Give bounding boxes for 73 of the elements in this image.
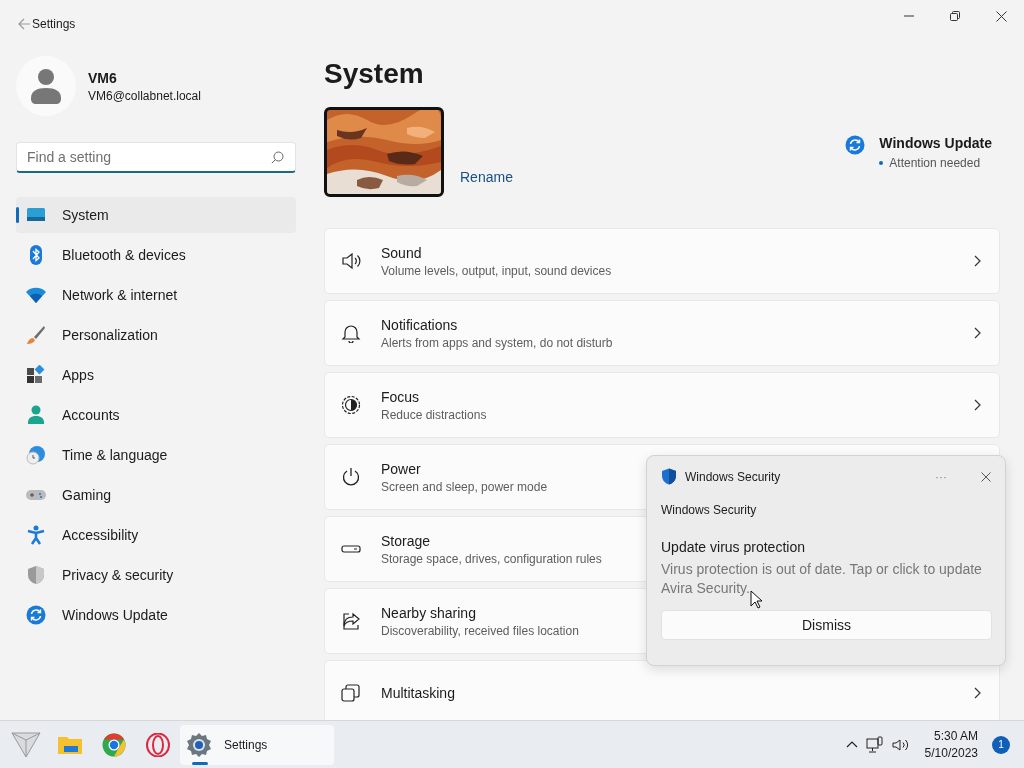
sidebar-item[interactable]: Network & internet: [16, 277, 296, 313]
sidebar-item[interactable]: Apps: [16, 357, 296, 393]
setting-title: Sound: [381, 244, 423, 261]
search-field[interactable]: Find a setting: [16, 142, 296, 173]
settings-card[interactable]: Focus Reduce distractions: [324, 372, 1000, 438]
setting-title: Power: [381, 460, 422, 477]
sidebar-item[interactable]: Bluetooth & devices: [16, 237, 296, 273]
notification-badge[interactable]: 1: [992, 735, 1010, 754]
sidebar-item[interactable]: Accounts: [16, 397, 296, 433]
setting-description: Reduce distractions: [381, 407, 487, 422]
accessibility-icon: [26, 525, 46, 545]
setting-title: Nearby sharing: [381, 604, 477, 621]
back-arrow-icon[interactable]: [16, 16, 32, 32]
sidebar-item[interactable]: Privacy & security: [16, 557, 296, 593]
sidebar-item[interactable]: Time & language: [16, 437, 296, 473]
restore-icon: [950, 11, 960, 21]
setting-description: Screen and sleep, power mode: [381, 479, 548, 494]
toast-app-name: Windows Security: [685, 469, 781, 484]
gear-icon: [186, 731, 212, 758]
dismiss-button[interactable]: Dismiss: [661, 610, 992, 640]
bell-icon: [341, 323, 361, 343]
globe-clock-icon: [26, 445, 46, 465]
setting-title: Storage: [381, 532, 432, 549]
focus-icon: [341, 395, 361, 415]
close-icon: [995, 10, 1007, 22]
refresh-icon: [845, 134, 866, 155]
speaker-icon[interactable]: [891, 737, 909, 752]
paintbrush-icon: [26, 325, 46, 345]
sidebar-item[interactable]: Windows Update: [16, 597, 296, 633]
refresh-icon: [26, 605, 46, 625]
sidebar-item[interactable]: Personalization: [16, 317, 296, 353]
setting-title: Focus: [381, 388, 421, 405]
update-title: Windows Update: [879, 134, 992, 151]
chevron-up-icon[interactable]: [845, 741, 858, 748]
toast-title: Update virus protection: [661, 539, 806, 555]
search-icon: [271, 151, 284, 164]
setting-title: Multitasking: [381, 685, 455, 701]
update-status: Attention needed: [879, 155, 992, 170]
shield-icon: [26, 565, 46, 585]
person-icon: [26, 405, 46, 425]
clock-time[interactable]: 5:30 AM: [924, 727, 978, 745]
setting-description: Volume levels, output, input, sound devices: [381, 263, 612, 278]
windows-icon: [341, 683, 361, 703]
ring-icon: [146, 732, 170, 757]
wifi-icon: [26, 285, 46, 305]
apps-icon: [26, 365, 46, 385]
speaker-icon: [341, 251, 361, 271]
clock-date[interactable]: 5/10/2023: [924, 744, 978, 762]
taskbar-app[interactable]: Settings: [180, 724, 334, 765]
settings-card[interactable]: Sound Volume levels, output, input, sound devices: [324, 228, 1000, 294]
user-email: VM6@collabnet.local: [88, 88, 201, 103]
cursor-icon: [750, 590, 763, 609]
settings-card[interactable]: Multitasking: [324, 660, 1000, 720]
close-icon[interactable]: [981, 471, 991, 482]
setting-description: Storage space, drives, configuration rules: [381, 551, 602, 566]
share-icon: [341, 611, 361, 631]
network-icon[interactable]: [865, 735, 884, 754]
setting-description: Discoverability, received files location: [381, 623, 579, 638]
sidebar-item[interactable]: System: [16, 197, 296, 233]
setting-description: Alerts from apps and system, do not disturb: [381, 335, 613, 350]
power-icon: [341, 467, 361, 487]
setting-title: Notifications: [381, 316, 459, 333]
browser-icon: [102, 732, 126, 757]
sidebar-item[interactable]: Accessibility: [16, 517, 296, 553]
window-title: Settings: [32, 17, 76, 31]
user-name: VM6: [88, 69, 118, 86]
rename-link[interactable]: Rename: [460, 169, 513, 185]
start-icon: [11, 731, 41, 758]
shield-icon: [661, 468, 677, 485]
page-title: System: [324, 58, 425, 90]
sidebar-item[interactable]: Gaming: [16, 477, 296, 513]
person-icon: [31, 68, 61, 104]
settings-card[interactable]: Notifications Alerts from apps and system, do not disturb: [324, 300, 1000, 366]
